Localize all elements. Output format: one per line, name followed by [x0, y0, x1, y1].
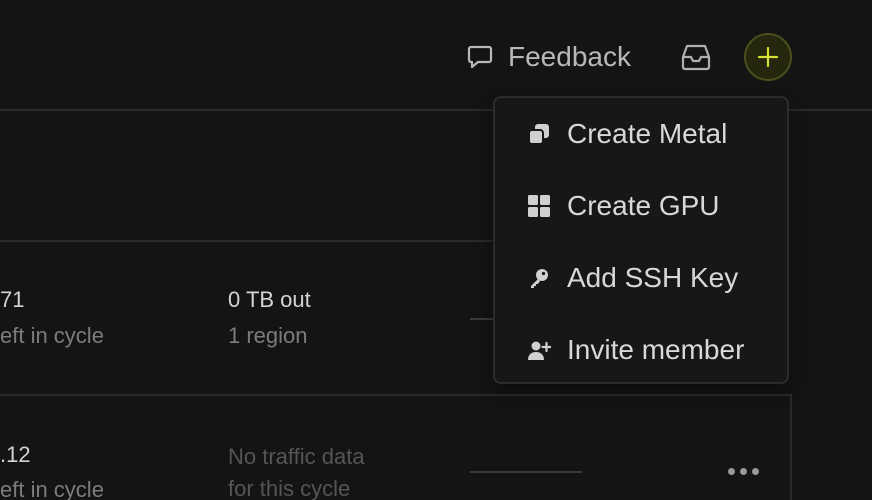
feedback-button[interactable]: Feedback	[466, 37, 631, 77]
menu-item-label: Create Metal	[567, 118, 728, 149]
more-dot	[752, 468, 759, 475]
inbox-icon	[681, 44, 711, 71]
page: Feedback 71 eft in cycle 0 TB out 1 regi…	[0, 0, 872, 500]
row2-sparkline	[470, 471, 582, 473]
row2-traffic-sub: for this cycle	[228, 476, 351, 500]
key-icon	[531, 269, 548, 288]
row-divider	[0, 394, 792, 396]
menu-item-create-metal[interactable]: Create Metal	[495, 106, 787, 162]
feedback-label: Feedback	[508, 41, 631, 72]
menu-item-label: Add SSH Key	[567, 262, 739, 293]
table-header-divider	[0, 240, 495, 242]
row2-cost-sub: eft in cycle	[0, 477, 104, 500]
menu-item-invite-member[interactable]: Invite member	[495, 322, 787, 378]
more-dot	[740, 468, 747, 475]
row1-sparkline	[470, 318, 494, 320]
more-dot	[728, 468, 735, 475]
row1-traffic-sub: 1 region	[228, 323, 308, 348]
row1-cost-sub: eft in cycle	[0, 323, 104, 348]
menu-item-add-ssh-key[interactable]: Add SSH Key	[495, 250, 787, 306]
grid-icon	[528, 195, 550, 217]
stacked-squares-icon	[528, 124, 549, 145]
row1-cost: 71	[0, 287, 25, 312]
table-border	[790, 396, 792, 500]
create-button[interactable]	[744, 33, 792, 81]
row2-traffic: No traffic data	[228, 444, 365, 469]
message-square-icon	[467, 45, 493, 69]
menu-item-label: Create GPU	[567, 190, 720, 221]
plus-icon	[757, 46, 779, 68]
row2-cost: .12	[0, 442, 31, 467]
user-plus-icon	[528, 341, 551, 360]
row1-traffic: 0 TB out	[228, 287, 311, 312]
row-actions-button[interactable]	[728, 468, 759, 475]
menu-item-create-gpu[interactable]: Create GPU	[495, 178, 787, 234]
inbox-button[interactable]	[680, 42, 712, 72]
create-menu: Create Metal Create GPU Add SSH Key Invi…	[493, 96, 789, 384]
menu-item-label: Invite member	[567, 334, 745, 365]
